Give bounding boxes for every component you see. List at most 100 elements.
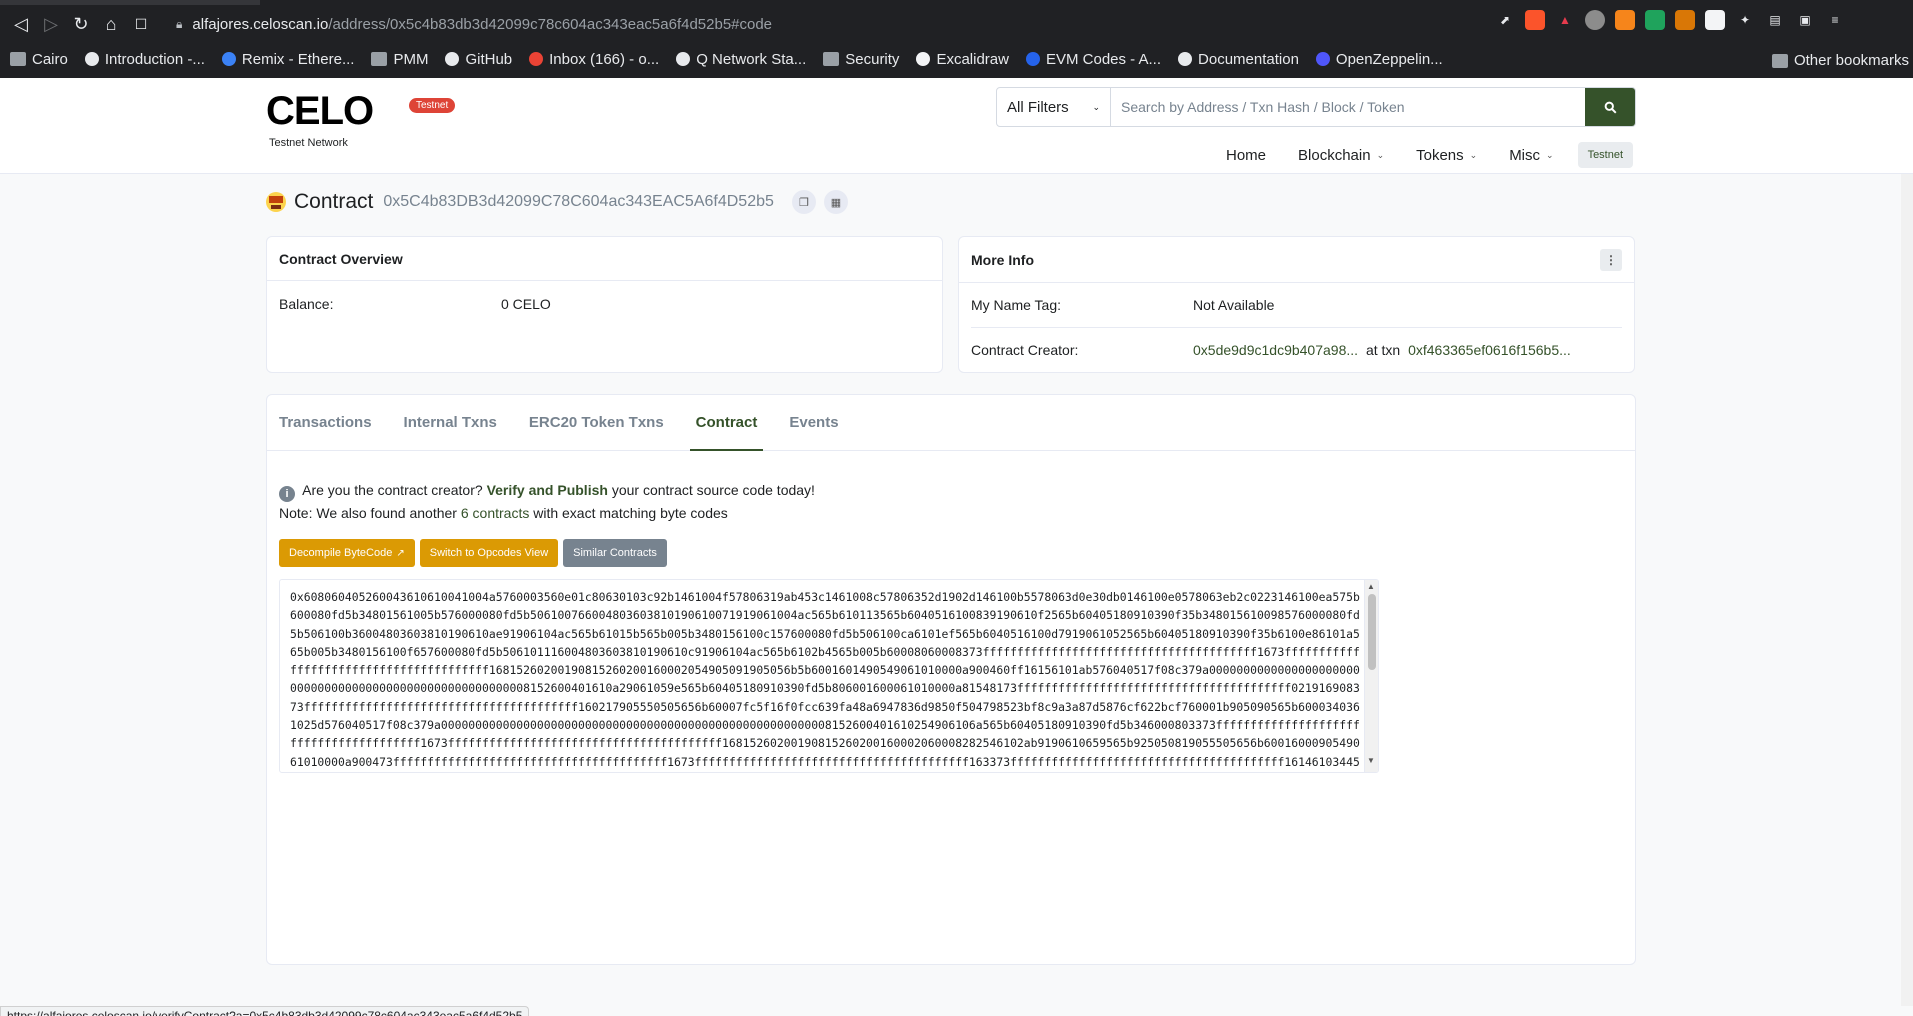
tab-erc20-token-txns[interactable]: ERC20 Token Txns xyxy=(513,395,680,450)
bookmark-label: PMM xyxy=(393,50,429,68)
nav-home[interactable]: Home xyxy=(1210,147,1282,164)
bookmark-item[interactable]: OpenZeppelin... xyxy=(1315,51,1443,68)
contract-notice: i Are you the contract creator? Verify a… xyxy=(279,479,815,525)
puzzle-icon[interactable]: ✦ xyxy=(1735,10,1755,30)
note-prefix: Note: We also found another xyxy=(279,505,457,521)
scroll-thumb[interactable] xyxy=(1368,594,1376,670)
bookmark-item[interactable]: EVM Codes - A... xyxy=(1025,50,1162,68)
share-icon[interactable]: ⬈ xyxy=(1495,10,1515,30)
creator-row: Contract Creator: 0x5de9d9c1dc9b407a98..… xyxy=(959,328,1634,372)
extension-icon-1[interactable] xyxy=(1585,10,1605,30)
extension-icon-2[interactable] xyxy=(1645,10,1665,30)
browser-toolbar: ◁ ▷ ↻ ⌂ ☐ 🔒︎ alfajores.celoscan.io/addre… xyxy=(0,8,1913,40)
tab-internal-txns[interactable]: Internal Txns xyxy=(388,395,513,450)
bookmark-item[interactable]: Remix - Ethere... xyxy=(221,51,354,68)
similar-label: Similar Contracts xyxy=(573,547,657,559)
similar-notice: Note: We also found another 6 contracts … xyxy=(279,502,815,525)
docs-icon xyxy=(1178,52,1193,66)
bookmark-item[interactable]: Cairo xyxy=(10,51,68,68)
bookmark-item[interactable]: Security xyxy=(823,51,899,68)
six-contracts-link[interactable]: 6 contracts xyxy=(461,505,529,521)
other-bookmarks[interactable]: Other bookmarks xyxy=(1771,52,1909,69)
bookmark-label: Inbox (166) - o... xyxy=(549,50,660,68)
bookmark-item[interactable]: Excalidraw xyxy=(916,51,1009,68)
creator-txn-link[interactable]: 0xf463365ef0616f156b5... xyxy=(1408,342,1571,358)
extension-icon-4[interactable] xyxy=(1705,10,1725,30)
nav-blockchain-label: Blockchain xyxy=(1298,146,1371,164)
scroll-up-icon[interactable]: ▲ xyxy=(1367,582,1375,591)
search-input[interactable] xyxy=(1111,88,1585,126)
bytecode-text: 0x608060405260043610610041004a5760003560… xyxy=(290,590,1360,769)
brave-rewards-icon[interactable]: ▲ xyxy=(1555,10,1575,30)
tab-events[interactable]: Events xyxy=(773,395,854,450)
verify-and-publish-link[interactable]: Verify and Publish xyxy=(487,482,608,498)
overview-heading: Contract Overview xyxy=(267,237,942,281)
sidebar-icon[interactable]: ▤ xyxy=(1765,10,1785,30)
nav-tokens[interactable]: Tokens ⌄ xyxy=(1400,147,1493,164)
bytecode-textarea[interactable]: 0x608060405260043610610041004a5760003560… xyxy=(279,579,1379,773)
wallet-icon[interactable]: ▣ xyxy=(1795,10,1815,30)
info-icon: i xyxy=(279,486,295,502)
page-title-label: Contract xyxy=(294,190,374,213)
brave-shield-icon[interactable] xyxy=(1525,10,1545,30)
bookmark-label: Cairo xyxy=(32,50,68,68)
name-tag-value: Not Available xyxy=(1193,297,1275,313)
bookmark-item[interactable]: Q Network Sta... xyxy=(676,51,806,68)
network-pill[interactable]: Testnet xyxy=(1577,142,1634,168)
evm-icon xyxy=(1025,52,1040,66)
bookmark-item[interactable]: PMM xyxy=(371,51,428,68)
celo-logo[interactable]: CELO xyxy=(266,92,406,128)
filter-label: All Filters xyxy=(1007,98,1069,116)
bookmark-item[interactable]: GitHub xyxy=(445,51,512,68)
tab-strip xyxy=(0,0,1913,8)
bookmark-label: Security xyxy=(845,50,900,68)
main-nav: Home Blockchain ⌄ Tokens ⌄ Misc ⌄ Testnet xyxy=(1210,142,1634,168)
switch-opcodes-button[interactable]: Switch to Opcodes View xyxy=(419,539,559,567)
qr-code-icon[interactable]: ▦ xyxy=(823,190,848,214)
reload-icon[interactable]: ↻ xyxy=(66,9,96,39)
extension-icon-3[interactable] xyxy=(1675,10,1695,30)
menu-icon[interactable]: ≡ xyxy=(1825,10,1845,30)
page-icon xyxy=(84,52,99,66)
copy-icon[interactable]: ❐ xyxy=(791,190,816,214)
page-scrollbar[interactable] xyxy=(1901,174,1913,1006)
url-host: alfajores.celoscan.io xyxy=(192,15,329,33)
excalidraw-icon xyxy=(916,52,931,66)
notice-prefix: Are you the contract creator? xyxy=(302,482,483,498)
metamask-icon[interactable] xyxy=(1615,10,1635,30)
tab-contract-label: Contract xyxy=(695,414,758,431)
back-icon[interactable]: ◁ xyxy=(6,9,36,39)
tab-contract[interactable]: Contract xyxy=(680,395,774,451)
folder-icon xyxy=(823,52,840,66)
filter-select[interactable]: All Filters ⌄ xyxy=(997,88,1111,126)
bookmark-item[interactable]: Documentation xyxy=(1178,51,1299,68)
notice-suffix: your contract source code today! xyxy=(611,482,815,498)
bytecode-scrollbar[interactable]: ▲ ▼ xyxy=(1364,580,1378,772)
contract-actions: Decompile ByteCode ↗ Switch to Opcodes V… xyxy=(279,539,667,567)
scroll-down-icon[interactable]: ▼ xyxy=(1367,756,1375,765)
extensions-area: ⬈ ▲ ✦ ▤ ▣ ≡ xyxy=(1495,10,1845,30)
github-icon xyxy=(445,52,460,66)
search-button[interactable] xyxy=(1585,88,1635,126)
creator-address-link[interactable]: 0x5de9d9c1dc9b407a98... xyxy=(1193,342,1358,358)
nav-blockchain[interactable]: Blockchain ⌄ xyxy=(1282,147,1400,164)
bookmark-label: EVM Codes - A... xyxy=(1045,50,1162,68)
tab-transactions[interactable]: Transactions xyxy=(279,395,388,450)
address-bar[interactable]: 🔒︎ alfajores.celoscan.io/address/0x5c4b8… xyxy=(170,10,1500,38)
more-options-icon[interactable]: ⋮ xyxy=(1600,248,1622,271)
bookmark-label: Q Network Sta... xyxy=(696,50,807,68)
status-bar-url: https://alfajores.celoscan.io/verifyCont… xyxy=(0,1006,530,1016)
bookmark-item[interactable]: Introduction -... xyxy=(84,50,205,68)
bookmark-label: Introduction -... xyxy=(104,50,205,68)
testnet-badge: Testnet xyxy=(409,98,456,113)
forward-icon[interactable]: ▷ xyxy=(36,9,66,39)
similar-contracts-button[interactable]: Similar Contracts xyxy=(563,539,667,567)
search-icon xyxy=(1604,101,1616,113)
nav-misc[interactable]: Misc ⌄ xyxy=(1493,147,1569,164)
bookmark-item[interactable]: Inbox (166) - o... xyxy=(529,51,659,68)
bookmark-icon[interactable]: ☐ xyxy=(126,9,156,39)
tab-transactions-label: Transactions xyxy=(279,414,372,431)
decompile-bytecode-button[interactable]: Decompile ByteCode ↗ xyxy=(279,539,415,567)
chevron-down-icon: ⌄ xyxy=(1546,149,1554,160)
home-icon[interactable]: ⌂ xyxy=(96,9,126,39)
